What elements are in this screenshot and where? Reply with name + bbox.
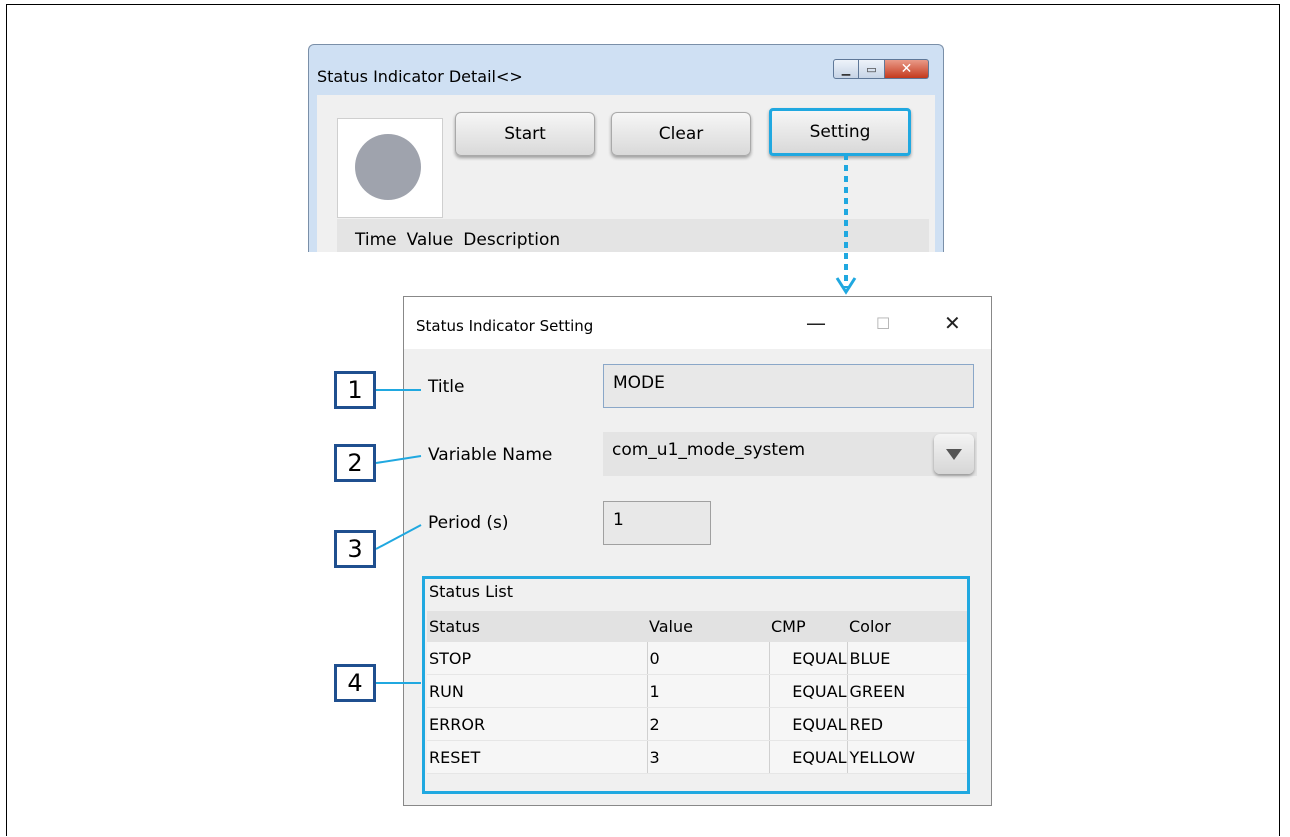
value-cell[interactable]: 2: [647, 707, 770, 741]
dropdown-face: [934, 434, 974, 474]
title-input[interactable]: MODE: [603, 364, 974, 408]
variable-name-select[interactable]: com_u1_mode_system: [603, 432, 931, 476]
minimize-icon[interactable]: —: [806, 311, 826, 335]
variable-dropdown-button[interactable]: [931, 432, 977, 476]
callout-4: 4: [334, 664, 376, 702]
chevron-down-icon: [946, 448, 962, 460]
color-cell[interactable]: BLUE: [847, 642, 967, 675]
start-button[interactable]: Start: [455, 112, 595, 156]
status-indicator-lamp: [337, 118, 443, 218]
table-row[interactable]: ERROR 2 EQUAL RED: [427, 707, 967, 741]
close-icon[interactable]: ✕: [885, 59, 929, 79]
clear-button[interactable]: Clear: [611, 112, 751, 156]
setting-titlebar: Status Indicator Setting — ☐ ✕: [404, 297, 991, 349]
callout-2: 2: [334, 444, 376, 482]
value-cell[interactable]: 0: [647, 642, 770, 675]
variable-name-label: Variable Name: [428, 445, 553, 465]
value-cell[interactable]: 1: [647, 674, 770, 708]
period-label: Period (s): [428, 513, 509, 533]
column-header-value[interactable]: Value: [407, 230, 454, 250]
dashed-arrow-icon: [835, 154, 857, 295]
color-cell[interactable]: YELLOW: [847, 740, 967, 774]
callout-3: 3: [334, 530, 376, 568]
column-header-description[interactable]: Description: [463, 230, 560, 250]
detail-titlebar: Status Indicator Detail<> ▁ ▭ ✕: [309, 45, 943, 95]
status-cell[interactable]: RUN: [427, 674, 648, 708]
status-cell[interactable]: STOP: [427, 642, 648, 675]
table-row[interactable]: RESET 3 EQUAL YELLOW: [427, 740, 967, 774]
status-indicator-setting-window: Status Indicator Setting — ☐ ✕ Title MOD…: [403, 296, 992, 806]
status-list-table: Status Value CMP Color STOP 0 EQUAL BLUE…: [427, 611, 967, 774]
column-header-time[interactable]: Time: [355, 230, 397, 250]
status-list-panel: Status List Status Value CMP Color STOP …: [422, 576, 970, 794]
cmp-cell[interactable]: EQUAL: [769, 642, 848, 675]
maximize-icon[interactable]: ▭: [859, 59, 885, 79]
detail-window-title: Status Indicator Detail<>: [317, 67, 523, 86]
table-row[interactable]: STOP 0 EQUAL BLUE: [427, 642, 967, 675]
color-cell[interactable]: GREEN: [847, 674, 967, 708]
column-header-color[interactable]: Color: [847, 611, 967, 642]
value-cell[interactable]: 3: [647, 740, 770, 774]
minimize-icon[interactable]: ▁: [833, 59, 859, 79]
status-list-title: Status List: [429, 582, 514, 601]
cmp-cell[interactable]: EQUAL: [769, 674, 848, 708]
title-label: Title: [428, 377, 465, 397]
detail-window-controls: ▁ ▭ ✕: [833, 59, 929, 79]
cmp-cell[interactable]: EQUAL: [769, 707, 848, 741]
setting-window-title: Status Indicator Setting: [416, 317, 594, 335]
close-icon[interactable]: ✕: [944, 311, 961, 335]
color-cell[interactable]: RED: [847, 707, 967, 741]
period-input[interactable]: 1: [603, 501, 711, 545]
callout-1: 1: [334, 371, 376, 409]
status-cell[interactable]: RESET: [427, 740, 648, 774]
maximize-icon[interactable]: ☐: [876, 314, 890, 333]
indicator-circle: [355, 134, 421, 200]
table-row[interactable]: RUN 1 EQUAL GREEN: [427, 674, 967, 708]
column-header-value[interactable]: Value: [647, 611, 769, 642]
column-header-status[interactable]: Status: [427, 611, 647, 642]
column-header-cmp[interactable]: CMP: [769, 611, 847, 642]
cmp-cell[interactable]: EQUAL: [769, 740, 848, 774]
setting-button[interactable]: Setting: [769, 108, 911, 156]
status-cell[interactable]: ERROR: [427, 707, 648, 741]
